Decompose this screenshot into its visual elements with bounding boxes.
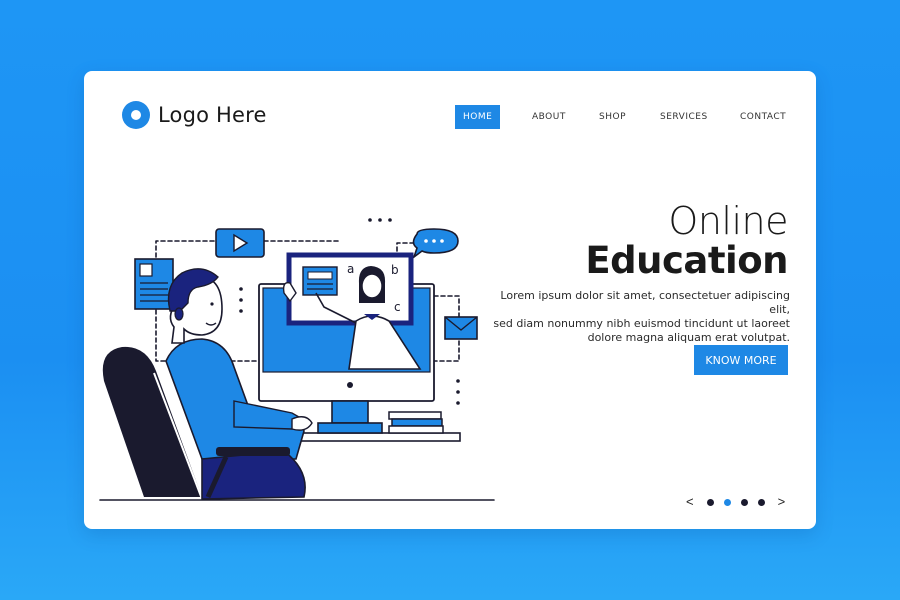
hero-description-line: dolore magna aliquam erat volutpat. — [587, 331, 790, 344]
dashed-connector — [396, 242, 415, 252]
online-learning-illustration: a b c — [99, 218, 495, 501]
play-video-icon — [215, 228, 265, 258]
pager-dot[interactable] — [706, 498, 714, 506]
letter-a: a — [347, 262, 354, 276]
landing-card: Logo Here HOME ABOUT SHOP SERVICES CONTA… — [84, 71, 816, 529]
hero-title-education: Education — [585, 239, 788, 282]
nav-about[interactable]: ABOUT — [532, 105, 566, 129]
nav-services[interactable]: SERVICES — [660, 105, 708, 129]
chevron-right-icon[interactable]: > — [778, 495, 786, 509]
letter-b: b — [391, 263, 399, 277]
books-stack — [388, 411, 444, 434]
pager-dot[interactable] — [740, 498, 748, 506]
know-more-button[interactable]: KNOW MORE — [694, 345, 788, 375]
hero-description: Lorem ipsum dolor sit amet, consectetuer… — [490, 289, 790, 345]
nav-contact[interactable]: CONTACT — [740, 105, 786, 129]
hero-title-online: Online — [668, 199, 788, 243]
letter-c: c — [394, 300, 401, 314]
pager-dot[interactable] — [757, 498, 765, 506]
document-icon — [134, 258, 174, 310]
carousel-pager: < > — [686, 495, 785, 509]
chat-bubble-icon — [412, 228, 459, 260]
mail-icon — [444, 316, 478, 340]
pager-dot-active[interactable] — [723, 498, 731, 506]
hero-description-line: sed diam nonummy nibh euismod tincidunt … — [493, 317, 790, 330]
chevron-left-icon[interactable]: < — [686, 495, 694, 509]
nav-shop[interactable]: SHOP — [599, 105, 626, 129]
hero-description-line: Lorem ipsum dolor sit amet, consectetuer… — [500, 289, 790, 316]
